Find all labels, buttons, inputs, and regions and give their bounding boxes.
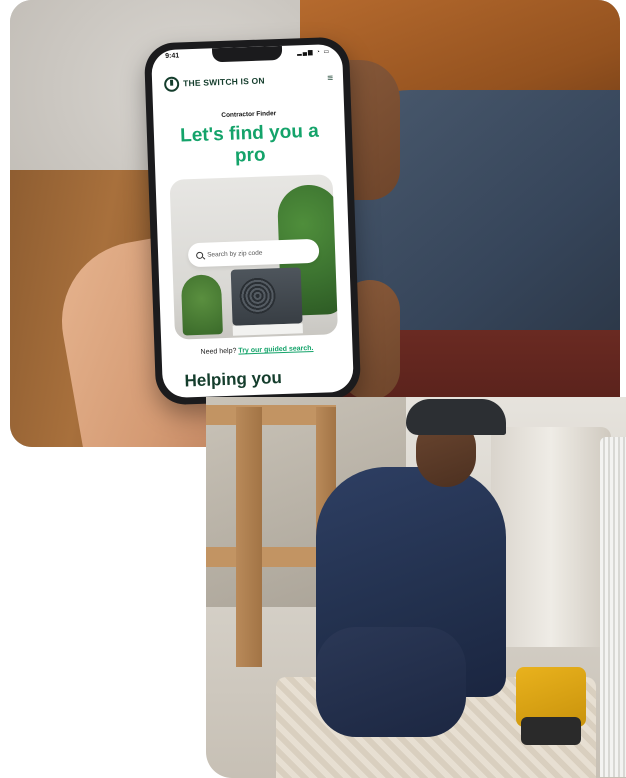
heat-pump-pad — [232, 323, 303, 336]
heat-pump-cabinet — [600, 437, 626, 777]
logo-text: THE SWITCH IS ON — [182, 75, 265, 89]
smartphone: 9:41 ▂▄▆ ◔ ▭ THE SWITCH IS ON ≡ Contract… — [143, 36, 362, 406]
zip-search-input[interactable]: Search by zip code — [187, 238, 320, 268]
search-placeholder: Search by zip code — [207, 249, 263, 259]
guided-search-link[interactable]: Try our guided search. — [238, 345, 313, 355]
menu-icon[interactable]: ≡ — [327, 73, 333, 84]
app-header: THE SWITCH IS ON ≡ — [163, 68, 334, 94]
heat-pump-unit — [230, 267, 303, 326]
page-kicker: Contractor Finder — [221, 110, 277, 120]
phone-screen: 9:41 ▂▄▆ ◔ ▭ THE SWITCH IS ON ≡ Contract… — [150, 43, 355, 399]
drill-chuck — [521, 717, 581, 745]
technician-legs — [316, 627, 466, 737]
logo-plug-icon — [163, 75, 180, 92]
search-icon — [196, 251, 204, 259]
help-text: Need help? — [200, 347, 237, 356]
phone-notch — [211, 45, 282, 63]
technician-photo — [206, 397, 626, 778]
small-plant — [180, 274, 223, 336]
section-heading: Helping you — [184, 368, 283, 391]
page-title: Let's find you a pro — [179, 120, 320, 167]
status-icons: ▂▄▆ ◔ ▭ — [296, 49, 331, 57]
site-logo[interactable]: THE SWITCH IS ON — [163, 73, 265, 92]
hero-image-card: Search by zip code — [169, 174, 338, 340]
help-row: Need help? Try our guided search. — [161, 344, 352, 358]
status-time: 9:41 — [165, 52, 180, 60]
fan-grille — [238, 277, 277, 315]
water-tank — [491, 427, 611, 647]
technician-cap — [406, 399, 506, 435]
shelf-post — [236, 407, 262, 667]
